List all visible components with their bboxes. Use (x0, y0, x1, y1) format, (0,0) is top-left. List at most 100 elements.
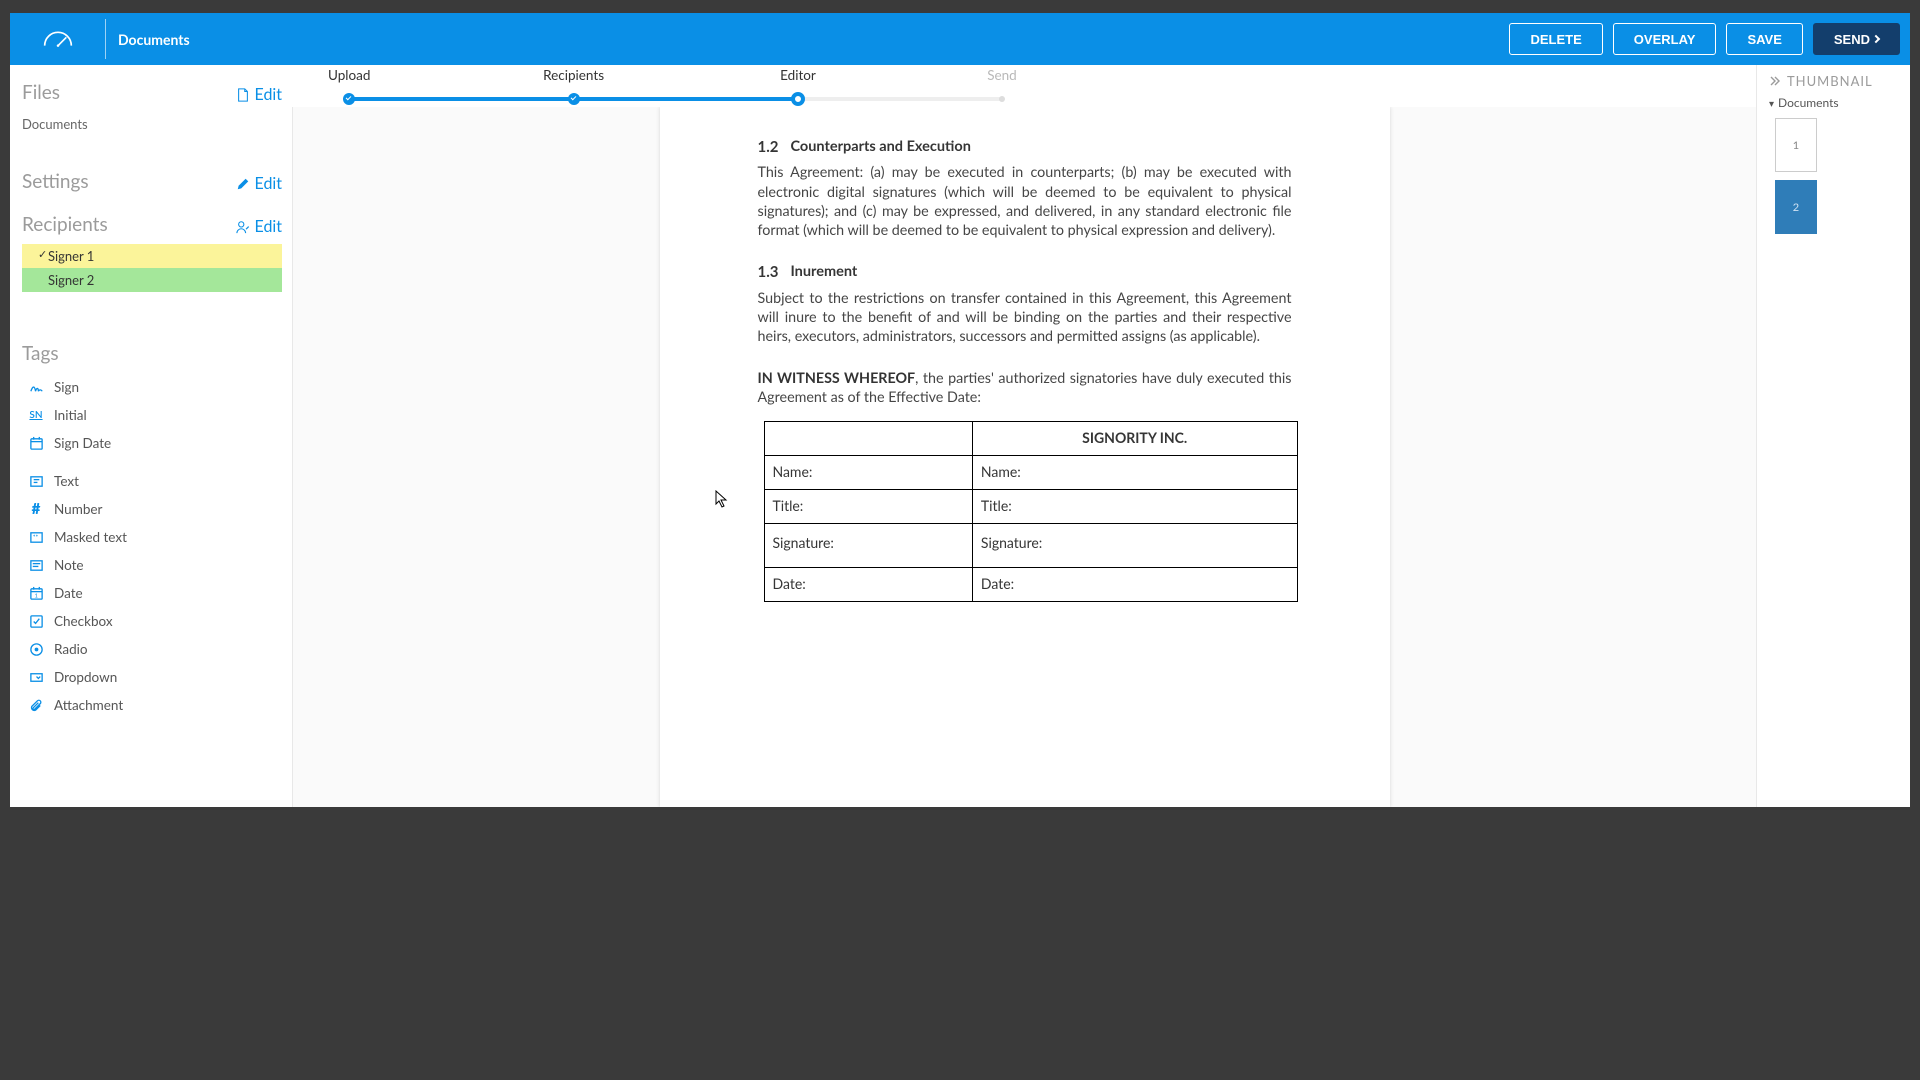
settings-section: Settings Edit (22, 170, 282, 193)
tag-label: Attachment (54, 697, 123, 713)
svg-text:**: ** (32, 533, 38, 541)
double-chevron-icon (1769, 75, 1781, 87)
center-panel: Upload Recipients Editor Send 1.2 Counterpa… (292, 65, 1756, 807)
recipient-signer-2[interactable]: Signer 2 (22, 268, 282, 292)
tag-note[interactable]: Note (22, 551, 282, 579)
table-cell-date-right: Date: (972, 567, 1297, 601)
text-icon (28, 473, 44, 489)
clause-body: This Agreement: (a) may be executed in c… (758, 163, 1292, 240)
document-title: Documents (106, 31, 1509, 48)
document-canvas[interactable]: 1.2 Counterparts and Execution This Agre… (292, 107, 1756, 807)
progress-step-upload[interactable]: Upload (328, 67, 370, 83)
recipient-list: ✓ Signer 1 Signer 2 (22, 244, 282, 292)
tag-label: Checkbox (54, 613, 113, 629)
table-cell-title-right: Title: (972, 489, 1297, 523)
progress-dot (999, 96, 1005, 102)
clause-title: Counterparts and Execution (790, 137, 970, 157)
files-edit-link[interactable]: Edit (236, 85, 282, 104)
header-buttons: DELETE OVERLAY SAVE SEND (1509, 23, 1900, 55)
tag-masked[interactable]: ** Masked text (22, 523, 282, 551)
tag-signdate[interactable]: Sign Date (22, 429, 282, 457)
date-icon: 1 (28, 585, 44, 601)
clause-num: 1.3 (758, 262, 779, 282)
witness-paragraph: IN WITNESS WHEREOF, the parties' authori… (758, 369, 1292, 408)
table-cell-title-left: Title: (764, 489, 972, 523)
tag-number[interactable]: #Number (22, 495, 282, 523)
table-cell-name-left: Name: (764, 456, 972, 490)
header-bar: Documents DELETE OVERLAY SAVE SEND (10, 13, 1910, 65)
delete-button[interactable]: DELETE (1509, 23, 1602, 55)
clause-num: 1.2 (758, 137, 779, 157)
tag-dropdown[interactable]: Dropdown (22, 663, 282, 691)
tag-text[interactable]: Text (22, 467, 282, 495)
thumbnail-doc-label[interactable]: Documents (1769, 95, 1898, 110)
tag-date[interactable]: 1 Date (22, 579, 282, 607)
document-page: 1.2 Counterparts and Execution This Agre… (660, 107, 1390, 807)
send-button[interactable]: SEND (1813, 23, 1900, 55)
tag-attachment[interactable]: Attachment (22, 691, 282, 719)
check-icon: ✓ (38, 248, 47, 261)
progress-dot (791, 92, 805, 106)
tag-checkbox[interactable]: Checkbox (22, 607, 282, 635)
left-panel: Files Edit Documents Settings Edit (10, 65, 292, 807)
tags-list: Sign SN Initial Sign Date Text #Number ** Maske… (22, 373, 282, 719)
tag-label: Text (54, 473, 79, 489)
overlay-button[interactable]: OVERLAY (1613, 23, 1717, 55)
thumbnail-panel: THUMBNAIL Documents 1 2 (1756, 65, 1910, 807)
settings-title: Settings (22, 170, 89, 193)
thumbnail-title[interactable]: THUMBNAIL (1769, 73, 1898, 89)
tag-label: Dropdown (54, 669, 117, 685)
recipients-edit-link[interactable]: Edit (236, 217, 282, 236)
progress-bar: Upload Recipients Editor Send (292, 65, 1756, 107)
signature-table: SIGNORITY INC. Name: Name: Title: Title:… (764, 421, 1298, 602)
tag-label: Date (54, 585, 83, 601)
progress-step-editor[interactable]: Editor (780, 67, 816, 83)
progress-step-send[interactable]: Send (987, 67, 1017, 83)
recipients-section: Recipients Edit ✓ Signer 1 Signer 2 (22, 213, 282, 292)
clause-1-3: 1.3 Inurement Subject to the restriction… (758, 262, 1292, 346)
thumbnail-page-1[interactable]: 1 (1775, 118, 1817, 172)
file-item[interactable]: Documents (22, 112, 282, 150)
tags-title: Tags (22, 342, 59, 365)
radio-icon (28, 641, 44, 657)
tag-label: Sign (54, 379, 79, 395)
progress-step-recipients[interactable]: Recipients (543, 67, 604, 83)
table-cell-name-right: Name: (972, 456, 1297, 490)
sign-icon (28, 379, 44, 395)
clause-body: Subject to the restrictions on transfer … (758, 289, 1292, 347)
table-cell-date-left: Date: (764, 567, 972, 601)
table-head-company: SIGNORITY INC. (972, 422, 1297, 456)
tag-sign[interactable]: Sign (22, 373, 282, 401)
tag-label: Radio (54, 641, 88, 657)
svg-text:1: 1 (34, 592, 37, 599)
table-cell-signature-right: Signature: (972, 523, 1297, 567)
progress-dot (343, 93, 355, 105)
app-window: Documents DELETE OVERLAY SAVE SEND Files… (10, 13, 1910, 807)
dropdown-icon (28, 669, 44, 685)
recipient-signer-1[interactable]: ✓ Signer 1 (22, 244, 282, 268)
person-icon (236, 220, 250, 234)
table-cell-signature-left: Signature: (764, 523, 972, 567)
tag-label: Masked text (54, 529, 127, 545)
clause-title: Inurement (790, 262, 857, 282)
files-section: Files Edit Documents (22, 81, 282, 150)
tag-radio[interactable]: Radio (22, 635, 282, 663)
table-head-blank (764, 422, 972, 456)
clause-1-2: 1.2 Counterparts and Execution This Agre… (758, 137, 1292, 240)
save-button[interactable]: SAVE (1726, 23, 1802, 55)
masked-icon: ** (28, 529, 44, 545)
note-icon (28, 557, 44, 573)
tag-label: Initial (54, 407, 87, 423)
app-logo[interactable] (10, 13, 105, 65)
gauge-icon (41, 29, 75, 49)
files-title: Files (22, 81, 60, 104)
tag-initial[interactable]: SN Initial (22, 401, 282, 429)
progress-dot (568, 93, 580, 105)
initial-icon: SN (28, 407, 44, 423)
attachment-icon (28, 697, 44, 713)
thumbnail-page-2[interactable]: 2 (1775, 180, 1817, 234)
tags-section: Tags SignSNInitialSign DateText#Number**… (22, 342, 282, 719)
recipients-title: Recipients (22, 213, 108, 236)
settings-edit-link[interactable]: Edit (236, 174, 282, 193)
file-icon (236, 88, 250, 102)
